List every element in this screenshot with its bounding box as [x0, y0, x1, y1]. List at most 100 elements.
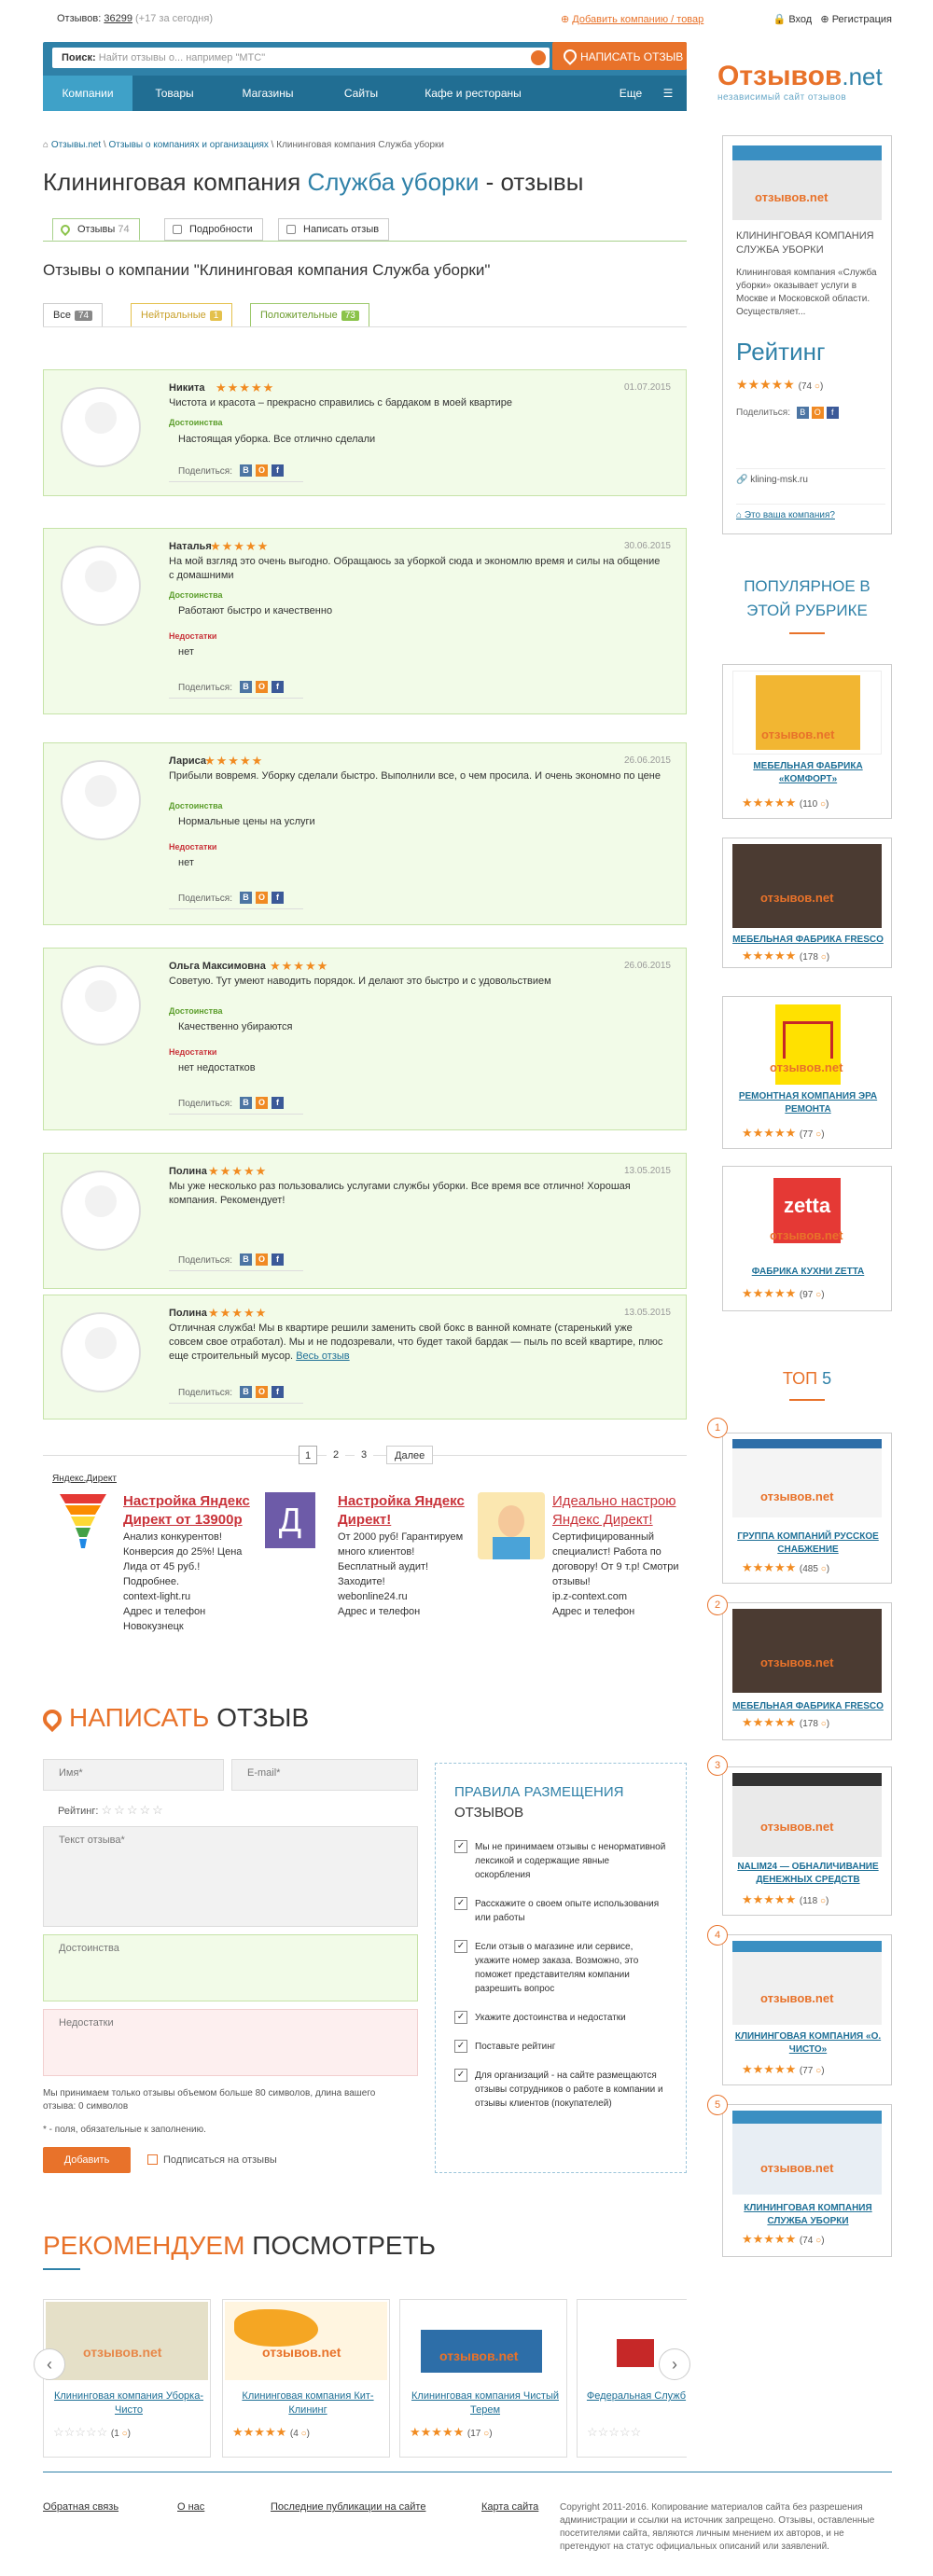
popular-card[interactable]: отзывов.net МЕБЕЛЬНАЯ ФАБРИКА FRESCO ★★★… [722, 838, 892, 968]
search-icon[interactable] [531, 50, 546, 65]
filter-all[interactable]: Все 74 [43, 303, 104, 327]
tab-details[interactable]: Подробности [164, 218, 263, 241]
nav-sites[interactable]: Сайты [319, 76, 403, 111]
popular-card[interactable]: отзывов.net РЕМОНТНАЯ КОМПАНИЯ ЭРА РЕМОН… [722, 996, 892, 1149]
site-logo[interactable]: Отзывов.net независимый сайт отзывов [717, 58, 895, 112]
vk-icon[interactable]: В [240, 1253, 252, 1266]
ad-site[interactable]: context-light.ru [123, 1589, 254, 1604]
facebook-icon[interactable]: f [272, 1097, 284, 1109]
write-review-button[interactable]: НАПИСАТЬ ОТЗЫВ [552, 42, 687, 70]
add-company-link[interactable]: Добавить компанию / товар [572, 14, 703, 25]
filter-positive[interactable]: Положительные 73 [250, 303, 369, 327]
ok-icon[interactable]: О [256, 1097, 268, 1109]
vk-icon[interactable]: В [240, 1386, 252, 1398]
page-3[interactable]: 3 [355, 1446, 373, 1464]
footer-latest[interactable]: Последние публикации на сайте [271, 2501, 425, 2513]
footer-feedback[interactable]: Обратная связь [43, 2501, 118, 2513]
top-card[interactable]: отзывов.net КЛИНИНГОВАЯ КОМПАНИЯ «О. ЧИС… [722, 1934, 892, 2085]
facebook-icon[interactable]: f [272, 464, 284, 477]
ad-contacts[interactable]: Адрес и телефон [123, 1604, 254, 1619]
carousel-prev-icon[interactable]: ‹ [34, 2348, 65, 2380]
company-name[interactable]: КЛИНИНГОВАЯ КОМПАНИЯ СЛУЖБА УБОРКИ [729, 2202, 887, 2228]
breadcrumb-category[interactable]: Отзывы о компаниях и организациях [108, 140, 268, 150]
recommend-card[interactable]: отзывов.net Клининговая компания Чистый … [399, 2299, 567, 2458]
facebook-icon[interactable]: f [826, 407, 839, 419]
ads-label[interactable]: Яндекс.Директ [52, 1474, 117, 1484]
facebook-icon[interactable]: f [272, 892, 284, 904]
top-card[interactable]: отзывов.net КЛИНИНГОВАЯ КОМПАНИЯ СЛУЖБА … [722, 2104, 892, 2257]
breadcrumb-home[interactable]: Отзывы.net [51, 140, 101, 150]
menu-icon[interactable]: ☰ [659, 76, 677, 111]
reviews-counter[interactable]: 36299 [104, 13, 132, 24]
ok-icon[interactable]: О [256, 1253, 268, 1266]
filter-neutral[interactable]: Нейтральные 1 [131, 303, 233, 327]
carousel-next-icon[interactable]: › [659, 2348, 690, 2380]
ad-site[interactable]: webonline24.ru [338, 1589, 468, 1604]
ad-contacts[interactable]: Адрес и телефон [552, 1604, 689, 1619]
nav-cafes[interactable]: Кафе и рестораны [403, 76, 543, 111]
recommend-card[interactable]: отзывов.net Клининговая компания Кит-Кли… [222, 2299, 390, 2458]
submit-button[interactable]: Добавить [43, 2147, 131, 2173]
company-name[interactable]: МЕБЕЛЬНАЯ ФАБРИКА FRESCO [729, 934, 887, 947]
top-card[interactable]: отзывов.net NALIM24 — ОБНАЛИЧИВАНИЕ ДЕНЕ… [722, 1766, 892, 1916]
login-link[interactable]: Вход [788, 14, 812, 25]
company-name[interactable]: ФАБРИКА КУХНИ ZETTA [729, 1266, 887, 1279]
review-text-field[interactable]: Текст отзыва* [43, 1826, 418, 1927]
ok-icon[interactable]: О [256, 464, 268, 477]
facebook-icon[interactable]: f [272, 1253, 284, 1266]
top-card[interactable]: отзывов.net ГРУППА КОМПАНИЙ РУССКОЕ СНАБ… [722, 1433, 892, 1584]
ad-title[interactable]: Настройка Яндекс Директ! [338, 1492, 468, 1530]
tab-write[interactable]: Написать отзыв [278, 218, 390, 241]
ok-icon[interactable]: О [256, 681, 268, 693]
company-name[interactable]: РЕМОНТНАЯ КОМПАНИЯ ЭРА РЕМОНТА [729, 1090, 887, 1116]
vk-icon[interactable]: В [240, 464, 252, 477]
email-field[interactable]: E-mail* [231, 1759, 418, 1791]
company-name[interactable]: МЕБЕЛЬНАЯ ФАБРИКА «КОМФОРТ» [729, 760, 887, 786]
ad-site[interactable]: ip.z-context.com [552, 1589, 689, 1604]
facebook-icon[interactable]: f [272, 681, 284, 693]
search-input[interactable]: Поиск: Найти отзывы о... например "МТС" [52, 48, 550, 68]
page-2[interactable]: 2 [327, 1446, 345, 1464]
nav-products[interactable]: Товары [132, 76, 216, 111]
company-site[interactable]: 🔗 klining-msk.ru [736, 468, 885, 485]
company-name[interactable]: Клининговая компания Чистый Терем [408, 2389, 563, 2417]
ok-icon[interactable]: О [256, 892, 268, 904]
company-name[interactable]: МЕБЕЛЬНАЯ ФАБРИКА FRESCO [729, 1700, 887, 1713]
ad-title[interactable]: Идеально настрою Яндекс Директ! [552, 1492, 689, 1530]
cons-field[interactable]: Недостатки [43, 2009, 418, 2076]
ok-icon[interactable]: О [256, 1386, 268, 1398]
page-1[interactable]: 1 [299, 1446, 317, 1464]
subscribe-checkbox[interactable] [147, 2154, 158, 2165]
claim-company-link[interactable]: ⌂ Это ваша компания? [736, 504, 885, 520]
vk-icon[interactable]: В [796, 407, 809, 419]
recommend-card[interactable]: отзывов.net Клининговая компания Уборка-… [43, 2299, 211, 2458]
company-name[interactable]: ГРУППА КОМПАНИЙ РУССКОЕ СНАБЖЕНИЕ [729, 1530, 887, 1557]
company-name[interactable]: NALIM24 — ОБНАЛИЧИВАНИЕ ДЕНЕЖНЫХ СРЕДСТВ [729, 1861, 887, 1887]
ad-contacts[interactable]: Адрес и телефон [338, 1604, 468, 1619]
vk-icon[interactable]: В [240, 1097, 252, 1109]
next-page-button[interactable]: Далее [386, 1446, 434, 1464]
company-name[interactable]: КЛИНИНГОВАЯ КОМПАНИЯ «О. ЧИСТО» [729, 2030, 887, 2057]
ok-icon[interactable]: О [811, 407, 824, 419]
name-field[interactable]: Имя* [43, 1759, 224, 1791]
nav-companies[interactable]: Компании [43, 76, 132, 111]
company-name[interactable]: Федеральная Служб [585, 2389, 688, 2403]
pros-field[interactable]: Достоинства [43, 1934, 418, 2001]
tab-reviews[interactable]: Отзывы 74 [52, 218, 140, 241]
company-name[interactable]: Клининговая компания Кит-Клининг [230, 2389, 385, 2417]
vk-icon[interactable]: В [240, 892, 252, 904]
footer-sitemap[interactable]: Карта сайта [481, 2501, 538, 2513]
nav-more[interactable]: Еще [603, 76, 659, 111]
company-name[interactable]: Клининговая компания Уборка-Чисто [51, 2389, 206, 2417]
footer-about[interactable]: О нас [177, 2501, 204, 2513]
top-card[interactable]: отзывов.net МЕБЕЛЬНАЯ ФАБРИКА FRESCO ★★★… [722, 1602, 892, 1740]
popular-card[interactable]: отзывов.net МЕБЕЛЬНАЯ ФАБРИКА «КОМФОРТ» … [722, 664, 892, 819]
subscribe-row[interactable]: Подписаться на отзывы [147, 2154, 277, 2166]
vk-icon[interactable]: В [240, 681, 252, 693]
register-link[interactable]: Регистрация [832, 14, 892, 25]
read-more-link[interactable]: Весь отзыв [296, 1350, 349, 1362]
popular-card[interactable]: zetta отзывов.net ФАБРИКА КУХНИ ZETTA ★★★… [722, 1166, 892, 1311]
ad-title[interactable]: Настройка Яндекс Директ от 13900р [123, 1492, 254, 1530]
rating-stars-input[interactable]: ☆☆☆☆☆ [102, 1803, 165, 1817]
facebook-icon[interactable]: f [272, 1386, 284, 1398]
